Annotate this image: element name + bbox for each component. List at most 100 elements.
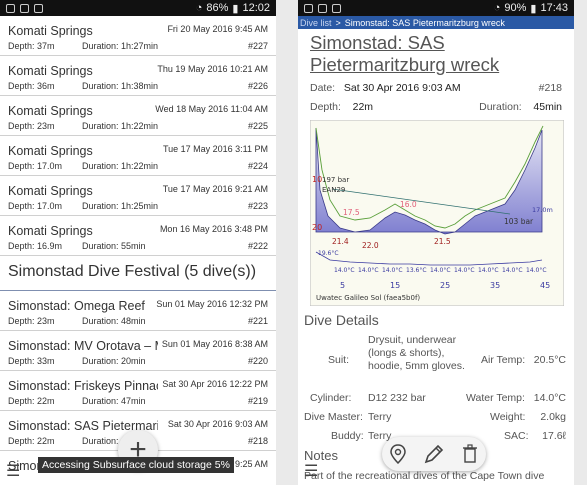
start-temp-label: 19.6°C (318, 250, 339, 257)
dive-date: Tue 17 May 2016 9:21 AM (162, 184, 268, 194)
dive-title[interactable]: Simonstad: SAS Pietermaritzburg wreck (310, 32, 565, 76)
dive-duration: Duration: 1h:27min (82, 41, 159, 51)
dive-date: Sat 30 Apr 2016 12:22 PM (162, 379, 268, 389)
dive-duration: Duration: 1h:22min (82, 161, 159, 171)
dive-list[interactable]: Komati Springs Fri 20 May 2016 9:45 AM Dep… (0, 16, 276, 485)
temp-label: 14.0°C (430, 267, 451, 274)
time-tick: 45 (540, 281, 550, 290)
weight-value: 2.0kg (540, 411, 566, 423)
breadcrumb-dive-list[interactable]: Dive list (300, 18, 332, 28)
depth-row: Depth: 22m (310, 101, 373, 113)
min-depth-1: 21.4 (332, 237, 349, 246)
dive-list-item[interactable]: Komati Springs Wed 18 May 2016 11:04 AM De… (0, 96, 276, 136)
status-bar: ◔ 86% ▮ 12:02 (0, 0, 276, 16)
dive-duration: Duration: 47min (82, 396, 146, 406)
dive-list-item[interactable]: Simonstad: MV Orotava – M...Sun 01 May 2… (0, 331, 276, 371)
dive-list-item[interactable]: Komati Springs Tue 17 May 2016 9:21 AM Dep… (0, 176, 276, 216)
divemaster-value: Terry (368, 411, 392, 423)
buddy-label: Buddy: (331, 430, 364, 442)
dive-location: Simonstad: MV Orotava – M... (8, 339, 158, 353)
breadcrumb-current: Simonstad: SAS Pietermaritzburg wreck (344, 17, 505, 28)
end-pressure-label: 103 bar (504, 217, 534, 226)
dive-location: Komati Springs (8, 64, 93, 78)
map-pin-icon[interactable] (390, 444, 407, 464)
temp-label: 14.0°C (478, 267, 499, 274)
temp-label: 14.0°C (526, 267, 547, 274)
dive-number: #220 (247, 356, 268, 366)
trip-header[interactable]: Simonstad Dive Festival (5 dive(s)) (0, 256, 276, 291)
dive-profile-chart[interactable]: 10 20 197 bar EAN29 17.0m 103 bar 21.4 2… (310, 120, 564, 306)
breadcrumb: Dive list > Simonstad: SAS Pietermaritzb… (298, 16, 574, 29)
menu-icon[interactable]: ☰ (6, 461, 20, 481)
depth-value: 22m (352, 101, 374, 113)
notification-icon (34, 3, 43, 13)
dive-list-item[interactable]: Komati Springs Fri 20 May 2016 9:45 AM Dep… (0, 16, 276, 56)
divemaster-label: Dive Master: (304, 411, 363, 423)
dive-date: Sat 30 Apr 2016 9:03 AM (167, 419, 268, 429)
dive-depth: Depth: 33m (8, 356, 55, 366)
air-temp-label: Air Temp: (481, 354, 526, 366)
water-temp-value: 14.0°C (533, 392, 566, 404)
cylinder-value: D12 232 bar (368, 392, 426, 404)
weight-label: Weight: (490, 411, 526, 423)
trip-title: Simonstad Dive Festival (5 dive(s)) (8, 263, 257, 280)
dive-depth: Depth: 23m (8, 121, 55, 131)
dive-number: #223 (247, 201, 268, 211)
dive-number: #224 (247, 161, 268, 171)
suit-label: Suit: (328, 354, 350, 366)
delete-trash-icon[interactable] (462, 444, 478, 464)
depth-label: Depth: (310, 101, 341, 113)
wifi-icon: ◔ (493, 2, 501, 14)
duration-row: Duration: 45min (479, 101, 562, 113)
notification-icon (318, 3, 327, 13)
depth-tick-10: 10 (312, 175, 322, 184)
dive-number: #218 (538, 82, 562, 94)
depth-tick-20: 20 (312, 223, 322, 232)
dive-duration: Duration: 1h:38min (82, 81, 159, 91)
dive-location: Simonstad: Friskeys Pinnacle (8, 379, 158, 393)
depth-marker-label: 17.0m (532, 206, 553, 214)
wifi-icon: ◔ (195, 2, 203, 14)
dive-list-item[interactable]: Komati Springs Thu 19 May 2016 10:21 AM De… (0, 56, 276, 96)
dive-list-item[interactable]: Simonstad: Friskeys Pinnacle Sat 30 Apr 2… (0, 371, 276, 411)
duration-value: 45min (533, 101, 562, 113)
dive-location: Komati Springs (8, 104, 93, 118)
temp-label: 14.0°C (382, 267, 403, 274)
water-temp-label: Water Temp: (466, 392, 525, 404)
dive-list-item[interactable]: Komati Springs Mon 16 May 2016 3:48 PM Dep… (0, 216, 276, 256)
temp-label: 14.0°C (358, 267, 379, 274)
notes-text: Part of the recreational dives of the Ca… (304, 470, 545, 482)
dive-location: Komati Springs (8, 184, 93, 198)
rate-label-1: 17.5 (343, 208, 360, 217)
battery-icon: ▮ (530, 2, 537, 15)
dive-depth: Depth: 16.9m (8, 241, 63, 251)
dive-date: Tue 17 May 2016 3:11 PM (162, 144, 268, 154)
dive-details-heading: Dive Details (304, 312, 379, 328)
dive-list-item[interactable]: Simonstad: Omega Reef Sun 01 May 2016 12:… (0, 291, 276, 331)
dive-details-screen: ◔ 90% ▮ 17:43 Dive list > Simonstad: SAS… (298, 0, 574, 485)
dive-number: #225 (247, 121, 268, 131)
dive-computer-label: Uwatec Galileo Sol (faea5b0f) (316, 294, 420, 302)
menu-icon[interactable]: ☰ (304, 461, 318, 481)
dive-duration: Duration: 48min (82, 316, 146, 326)
notification-icon (304, 3, 313, 13)
min-depth-3: 21.5 (434, 237, 451, 246)
dive-location: Komati Springs (8, 144, 93, 158)
notification-icon (332, 3, 341, 13)
edit-pencil-icon[interactable] (423, 443, 445, 465)
sac-value: 17.6ℓ (542, 430, 566, 442)
dive-list-item[interactable]: Komati Springs Tue 17 May 2016 3:11 PM Dep… (0, 136, 276, 176)
gas-label: EAN29 (322, 186, 345, 194)
time-tick: 35 (490, 281, 500, 290)
notification-icon (20, 3, 29, 13)
dive-depth: Depth: 17.0m (8, 201, 63, 211)
dive-depth: Depth: 37m (8, 41, 55, 51)
dive-location: Komati Springs (8, 24, 93, 38)
dive-depth: Depth: 17.0m (8, 161, 63, 171)
breadcrumb-separator: > (335, 17, 341, 28)
dive-date: Sun 01 May 2016 12:32 PM (156, 299, 268, 309)
dive-date: Wed 18 May 2016 11:04 AM (155, 104, 268, 114)
cylinder-label: Cylinder: (310, 392, 352, 404)
dive-depth: Depth: 36m (8, 81, 55, 91)
time-tick: 5 (340, 281, 345, 290)
